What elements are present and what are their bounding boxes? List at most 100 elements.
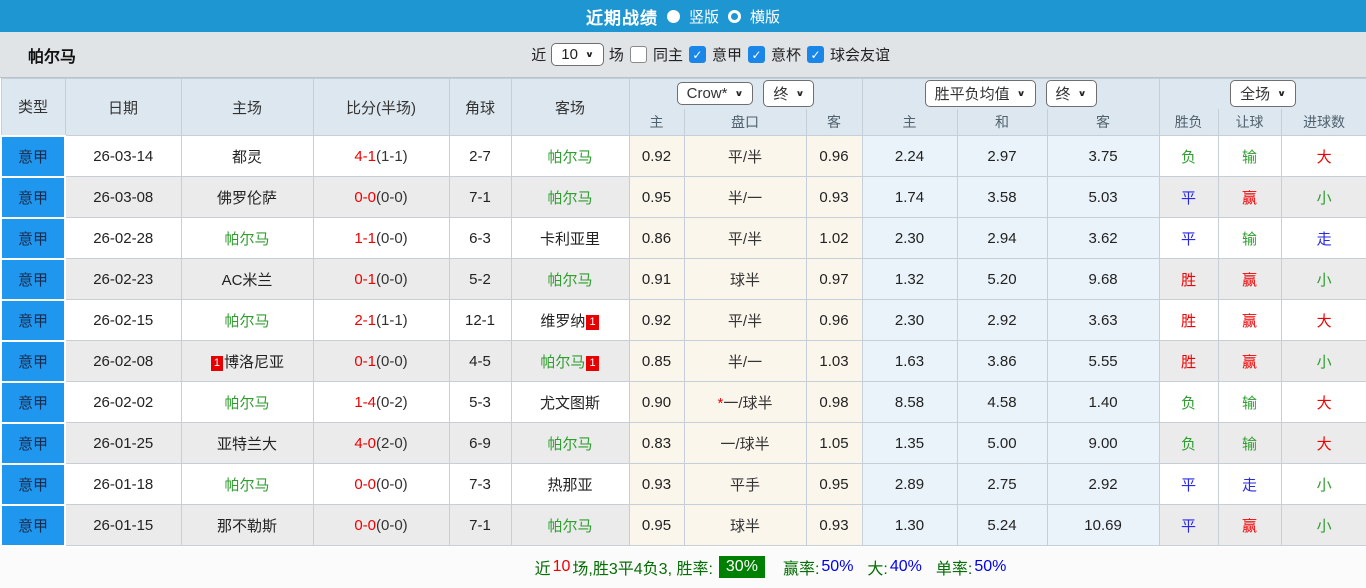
result-goals: 大 [1316, 312, 1332, 330]
filter-checkbox-3-label[interactable]: 球会友谊 [830, 44, 890, 65]
radio-horizontal-label[interactable]: 横版 [750, 6, 780, 27]
result-handicap-cell: 赢 [1217, 299, 1282, 341]
home-team-name[interactable]: 那不勒斯 [217, 518, 277, 535]
home-team-name[interactable]: 帕尔马 [224, 231, 269, 248]
away-team-name[interactable]: 卡利亚里 [540, 231, 600, 248]
avg-away-odds: 2.92 [1046, 463, 1160, 505]
subheader-avg-draw: 和 [956, 108, 1048, 136]
result-handicap: 输 [1242, 394, 1258, 412]
away-team-cell: 帕尔马 [510, 258, 630, 300]
filter-checkbox-3[interactable]: ✓ [806, 46, 824, 63]
odds-away: 0.93 [805, 176, 863, 218]
odds-away: 1.05 [805, 422, 863, 464]
home-team-name[interactable]: 都灵 [232, 149, 262, 166]
result-handicap-cell: 输 [1217, 135, 1282, 177]
league-type-cell: 意甲 [0, 380, 66, 424]
result-outcome-cell: 平 [1158, 217, 1219, 259]
avg-draw-odds: 5.20 [956, 258, 1048, 300]
full-time-score: 2-1 [354, 311, 376, 329]
odds-home: 0.95 [628, 504, 685, 546]
home-team-cell: 佛罗伦萨 [180, 176, 314, 218]
half-time-score: (1-1) [376, 147, 408, 165]
full-time-score: 1-4 [354, 393, 376, 411]
home-team-name[interactable]: AC米兰 [222, 272, 273, 289]
avg-draw-odds: 3.86 [956, 340, 1048, 382]
filter-checkbox-1[interactable]: ✓ [688, 46, 706, 63]
full-time-score: 4-0 [354, 434, 376, 452]
result-handicap: 赢 [1242, 353, 1258, 371]
home-team-name[interactable]: 博洛尼亚 [224, 354, 284, 371]
home-team-name[interactable]: 亚特兰大 [217, 436, 277, 453]
result-outcome: 平 [1181, 189, 1197, 207]
match-date: 26-02-28 [64, 217, 182, 259]
avg-time-select[interactable]: 终 ∨ [1045, 80, 1097, 108]
match-count-select[interactable]: 10 ∨ [551, 43, 604, 66]
odds-home: 0.83 [628, 422, 685, 464]
away-team-name[interactable]: 尤文图斯 [540, 395, 600, 412]
league-type-cell: 意甲 [0, 298, 66, 342]
full-match-select[interactable]: 全场 ∨ [1230, 80, 1297, 108]
away-team-name[interactable]: 帕尔马 [540, 354, 585, 371]
away-team-cell: 卡利亚里 [510, 217, 630, 259]
filter-checkbox-2-label[interactable]: 意杯 [771, 44, 801, 65]
full-time-score: 1-1 [354, 229, 376, 247]
result-outcome-cell: 平 [1158, 176, 1219, 218]
corner-score: 2-7 [448, 135, 512, 177]
filter-checkbox-0-label[interactable]: 同主 [653, 44, 683, 65]
odds-home: 0.95 [628, 176, 685, 218]
half-time-score: (2-0) [376, 434, 408, 452]
avg-odds-select[interactable]: 胜平负均值 ∨ [924, 80, 1036, 108]
odds-company-header: Crow* ∨ 终 ∨ [628, 78, 863, 109]
match-score-cell: 0-1(0-0) [312, 258, 450, 300]
match-score-cell: 0-0(0-0) [312, 504, 450, 546]
odds-home: 0.90 [628, 381, 685, 423]
radio-vertical-label[interactable]: 竖版 [689, 6, 719, 27]
away-team-name[interactable]: 帕尔马 [547, 149, 592, 166]
summary-label-over: 大: [867, 561, 888, 578]
avg-away-odds: 5.03 [1046, 176, 1160, 218]
full-time-score: 0-0 [354, 516, 376, 534]
red-card-badge: 1 [210, 355, 224, 371]
odds-time-select[interactable]: 终 ∨ [763, 80, 815, 108]
subheader-avg-home: 主 [861, 108, 958, 136]
avg-home-odds: 8.58 [861, 381, 958, 423]
handicap-cell: 平/半 [683, 217, 807, 259]
table-row: 意甲 26-01-15 那不勒斯 0-0(0-0) 7-1 帕尔马 0.95 球… [0, 503, 1366, 547]
away-team-name[interactable]: 帕尔马 [547, 436, 592, 453]
home-team-name[interactable]: 帕尔马 [224, 313, 269, 330]
filter-checkbox-1-label[interactable]: 意甲 [712, 44, 742, 65]
away-team-cell: 维罗纳 1 [510, 299, 630, 341]
away-team-cell: 尤文图斯 [510, 381, 630, 423]
result-outcome-cell: 胜 [1158, 299, 1219, 341]
handicap-cell: 一/球半 [683, 422, 807, 464]
handicap-cell: 球半 [683, 258, 807, 300]
away-team-name[interactable]: 热那亚 [547, 477, 592, 494]
result-goals-cell: 小 [1280, 176, 1366, 218]
result-goals: 大 [1316, 148, 1332, 166]
away-team-name[interactable]: 帕尔马 [547, 190, 592, 207]
home-team-cell: 帕尔马 [180, 463, 314, 505]
filter-checkbox-0[interactable]: ✓ [629, 46, 647, 63]
filter-checkbox-2[interactable]: ✓ [747, 46, 765, 63]
league-type-cell: 意甲 [0, 503, 66, 547]
odds-away: 0.98 [805, 381, 863, 423]
home-team-name[interactable]: 帕尔马 [224, 395, 269, 412]
radio-horizontal-layout[interactable] [728, 9, 741, 23]
header-score: 比分(半场) [312, 78, 450, 136]
home-team-cell: 都灵 [180, 135, 314, 177]
result-handicap-cell: 赢 [1217, 504, 1282, 546]
handicap-value: 平/半 [727, 148, 763, 166]
avg-draw-odds: 2.94 [956, 217, 1048, 259]
away-team-name[interactable]: 帕尔马 [547, 518, 592, 535]
away-team-name[interactable]: 帕尔马 [547, 272, 592, 289]
result-outcome-cell: 负 [1158, 381, 1219, 423]
home-team-name[interactable]: 帕尔马 [224, 477, 269, 494]
result-outcome: 胜 [1181, 271, 1197, 289]
away-team-name[interactable]: 维罗纳 [540, 313, 585, 330]
result-goals: 大 [1316, 394, 1332, 412]
radio-vertical-layout[interactable] [666, 9, 680, 23]
handicap-cell: 球半 [683, 504, 807, 546]
home-team-name[interactable]: 佛罗伦萨 [217, 190, 277, 207]
odds-company-select[interactable]: Crow* ∨ [676, 82, 754, 106]
result-outcome: 负 [1181, 435, 1197, 453]
